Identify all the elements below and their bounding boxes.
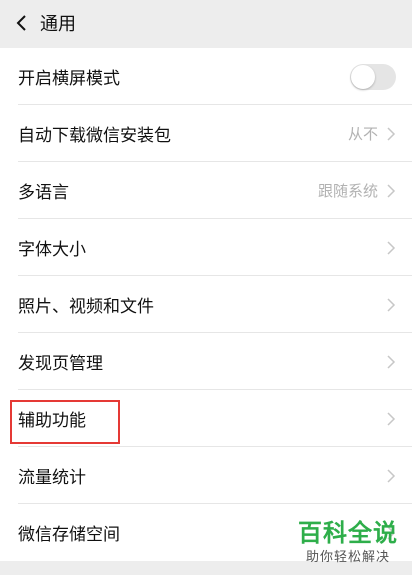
setting-accessibility[interactable]: 辅助功能 bbox=[0, 390, 412, 447]
watermark: 百科全说 助你轻松解决 bbox=[298, 513, 398, 565]
setting-label: 多语言 bbox=[18, 183, 69, 203]
chevron-right-icon bbox=[386, 354, 396, 370]
chevron-left-icon bbox=[16, 15, 26, 31]
setting-discover-manage[interactable]: 发现页管理 bbox=[0, 333, 412, 390]
chevron-right-icon bbox=[386, 240, 396, 256]
watermark-subtitle: 助你轻松解决 bbox=[305, 550, 390, 565]
setting-language[interactable]: 多语言 跟随系统 bbox=[0, 162, 412, 219]
chevron-right-icon bbox=[386, 297, 396, 313]
setting-label: 发现页管理 bbox=[18, 354, 103, 374]
setting-label: 辅助功能 bbox=[18, 411, 86, 431]
setting-value: 跟随系统 bbox=[317, 182, 378, 200]
chevron-right-icon bbox=[386, 126, 396, 142]
page-title: 通用 bbox=[40, 14, 76, 35]
watermark-title: 百科全说 bbox=[298, 519, 398, 547]
setting-label: 流量统计 bbox=[18, 468, 86, 488]
settings-list: 开启横屏模式 自动下载微信安装包 从不 多语言 跟随系统 字体大小 照片、视频和… bbox=[0, 48, 412, 561]
header-bar: 通用 bbox=[0, 0, 412, 46]
setting-media-files[interactable]: 照片、视频和文件 bbox=[0, 276, 412, 333]
chevron-right-icon bbox=[386, 468, 396, 484]
landscape-mode-toggle[interactable] bbox=[350, 63, 396, 90]
setting-value: 从不 bbox=[347, 125, 378, 143]
setting-label: 自动下载微信安装包 bbox=[18, 126, 171, 146]
setting-font-size[interactable]: 字体大小 bbox=[0, 219, 412, 276]
setting-label: 开启横屏模式 bbox=[18, 69, 120, 89]
back-button[interactable] bbox=[6, 0, 36, 46]
setting-data-usage[interactable]: 流量统计 bbox=[0, 447, 412, 504]
toggle-knob bbox=[351, 64, 375, 89]
setting-landscape-mode: 开启横屏模式 bbox=[0, 48, 412, 105]
setting-label: 照片、视频和文件 bbox=[18, 297, 154, 317]
chevron-right-icon bbox=[386, 411, 396, 427]
setting-label: 字体大小 bbox=[18, 240, 86, 260]
chevron-right-icon bbox=[386, 183, 396, 199]
setting-auto-download[interactable]: 自动下载微信安装包 从不 bbox=[0, 105, 412, 162]
